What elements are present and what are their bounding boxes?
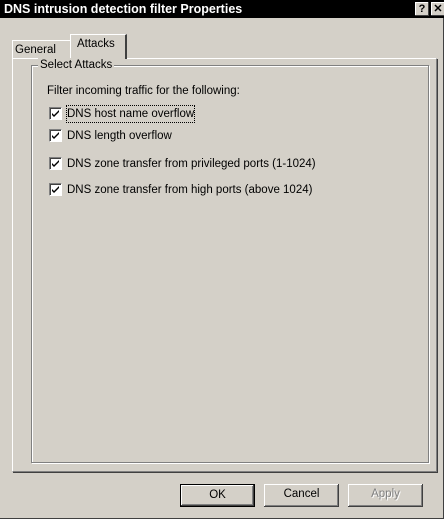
checkmark-icon	[52, 110, 59, 117]
length-overflow-label[interactable]: DNS length overflow	[67, 128, 172, 144]
cancel-button[interactable]: Cancel	[264, 484, 339, 507]
zone-transfer-high-label[interactable]: DNS zone transfer from high ports (above…	[67, 182, 312, 198]
length-overflow-checkbox[interactable]	[49, 129, 62, 142]
select-attacks-group	[31, 65, 429, 463]
checkmark-icon	[52, 186, 59, 193]
title-bar[interactable]: DNS intrusion detection filter Propertie…	[0, 0, 444, 18]
tab-general-label: General	[15, 44, 56, 56]
instruction-text: Filter incoming traffic for the followin…	[47, 85, 240, 97]
tab-attacks-label: Attacks	[77, 38, 115, 50]
checkmark-icon	[52, 132, 59, 139]
zone-transfer-privileged-checkbox[interactable]	[49, 157, 62, 170]
tab-attacks[interactable]: Attacks	[70, 34, 127, 59]
host-name-overflow-label[interactable]: DNS host name overflow	[65, 105, 196, 123]
zone-transfer-privileged-label[interactable]: DNS zone transfer from privileged ports …	[67, 156, 316, 172]
zone-transfer-high-checkbox[interactable]	[49, 183, 62, 196]
checkmark-icon	[52, 160, 59, 167]
help-icon[interactable]: ?	[415, 2, 429, 16]
group-label: Select Attacks	[38, 58, 115, 72]
host-name-overflow-checkbox[interactable]	[49, 107, 62, 120]
ok-button[interactable]: OK	[180, 484, 255, 507]
close-icon[interactable]: ✕	[431, 2, 444, 16]
window-title: DNS intrusion detection filter Propertie…	[4, 2, 243, 16]
apply-button[interactable]: Apply	[348, 484, 423, 507]
tab-general[interactable]: General	[12, 40, 71, 58]
properties-dialog: DNS intrusion detection filter Propertie…	[0, 0, 444, 519]
